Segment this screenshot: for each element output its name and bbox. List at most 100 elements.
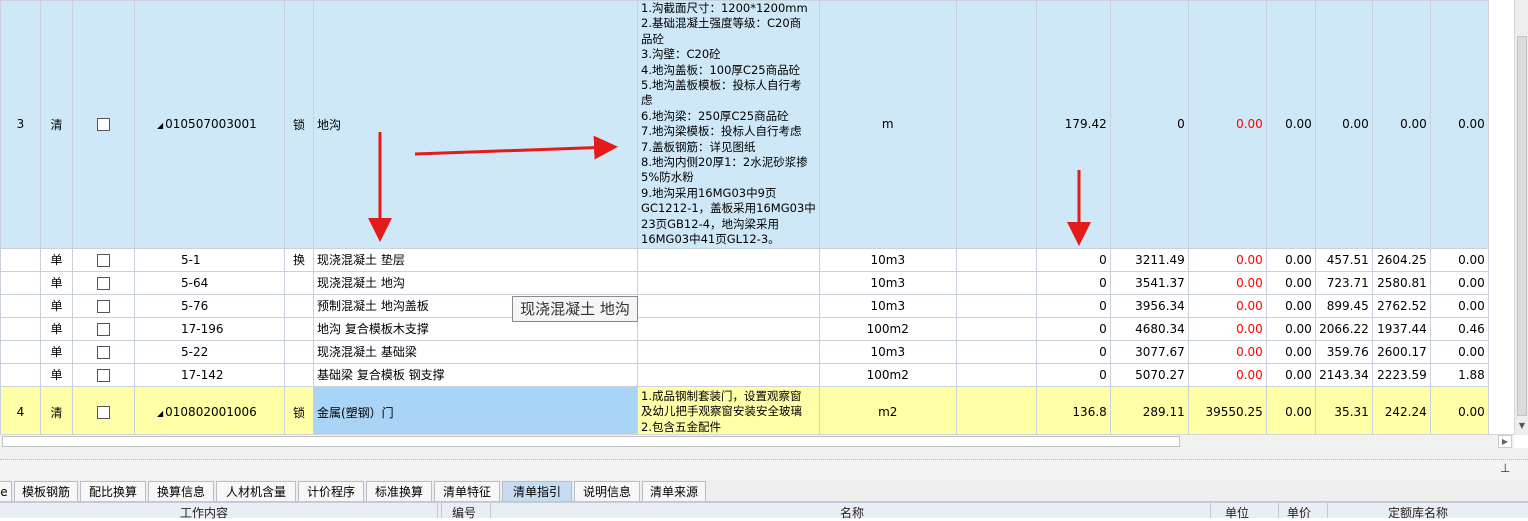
quantity-cell[interactable]: 0 [1035,247,1111,272]
scroll-down-arrow-icon[interactable]: ▼ [1517,420,1527,432]
bill-item-row[interactable]: 3 清 ◢ 010507003001 锁地沟 1.沟截面尺寸：1200*1200mm 2.基… [0,0,1489,249]
quota-row[interactable]: 单 17-196 地沟 复合模板木支撑 100m2 0 4680.34 0.00 0.00 20… [0,316,1489,341]
feature-cell[interactable] [637,270,820,295]
row-checkbox[interactable] [97,345,110,359]
total-cell: 0.00 [1187,362,1267,387]
name-cell[interactable]: 现浇混凝土 基础梁 [313,339,638,364]
collapse-triangle-icon[interactable]: ◢ [157,409,163,418]
tab-5[interactable]: 计价程序 [298,481,364,501]
seq-cell [0,247,41,272]
feature-cell[interactable]: 1.成品钢制套装门，设置观察窗 及幼儿把手观察窗安装安全玻璃 2.包含五金配件 [637,385,820,435]
scroll-right-arrow-icon[interactable]: ▶ [1498,435,1512,448]
checkbox-cell[interactable] [72,270,135,295]
panel-splitter[interactable] [0,448,1528,460]
tab-8[interactable]: 清单指引 [502,481,572,501]
quantity-cell[interactable]: 0 [1035,270,1111,295]
lock-cell [284,270,314,295]
checkbox-cell[interactable] [72,385,135,435]
unit-price-cell: 3956.34 [1109,293,1189,318]
quantity-cell[interactable]: 0 [1035,339,1111,364]
feature-cell[interactable] [637,339,820,364]
checkbox-cell[interactable] [72,247,135,272]
cell-tooltip: 现浇混凝土 地沟 [512,296,638,322]
row-checkbox[interactable] [97,118,110,132]
value-cell-2: 2143.34 [1314,362,1373,387]
quantity-cell[interactable]: 0 [1035,316,1111,341]
unit-cell: 10m3 [818,339,957,364]
value-cell-1: 0.00 [1265,293,1316,318]
checkbox-cell[interactable] [72,316,135,341]
row-checkbox[interactable] [97,322,110,336]
checkbox-cell[interactable] [72,0,135,249]
name-cell[interactable]: 金属(塑钢）门 [313,385,638,435]
tab-9[interactable]: 说明信息 [574,481,640,501]
vertical-scroll-thumb[interactable] [1517,36,1527,416]
quantity-cell[interactable]: 0 [1035,293,1111,318]
code-cell[interactable]: 5-1 [134,247,285,272]
name-cell[interactable]: 地沟 [313,0,638,249]
value-cell-3: 2600.17 [1371,339,1431,364]
feature-cell[interactable] [637,293,820,318]
quota-row[interactable]: 单 5-22 现浇混凝土 基础梁 10m3 0 3077.67 0.00 0.00 359.76… [0,339,1489,364]
name-cell[interactable]: 现浇混凝土 垫层 [313,247,638,272]
quota-row[interactable]: 单 17-142 基础梁 复合模板 钢支撑 100m2 0 5070.27 0.00 0.00… [0,362,1489,387]
code-cell[interactable]: ◢ 010507003001 [134,0,285,249]
feature-line: 品砼 [641,31,664,46]
row-checkbox[interactable] [97,299,110,313]
tab-1[interactable]: 模板钢筋 [14,481,78,501]
row-checkbox[interactable] [97,406,110,419]
lock-cell: 锁 [284,385,314,435]
value-cell-3: 242.24 [1371,385,1431,435]
row-checkbox[interactable] [97,368,110,382]
tab-0[interactable]: e [0,481,12,501]
code-cell[interactable]: 5-76 [134,293,285,318]
tab-6[interactable]: 标准换算 [366,481,432,501]
quantity-cell[interactable]: 0 [1035,362,1111,387]
code-cell[interactable]: 5-22 [134,339,285,364]
quantity-cell[interactable]: 136.8 [1035,385,1111,435]
name-cell[interactable]: 现浇混凝土 地沟 [313,270,638,295]
seq-cell [0,316,41,341]
code-cell[interactable]: 17-142 [134,362,285,387]
tab-7[interactable]: 清单特征 [434,481,500,501]
code-cell[interactable]: ◢ 010802001006 [134,385,285,435]
bill-item-row[interactable]: 4 清 ◢ 010802001006 锁金属(塑钢）门 1.成品钢制套装门，设置观察窗 及幼… [0,385,1489,435]
value-cell-2: 35.31 [1314,385,1373,435]
quota-row[interactable]: 单 5-76 预制混凝土 地沟盖板 10m3 0 3956.34 0.00 0.00 899.4… [0,293,1489,318]
quota-row[interactable]: 单 5-1 换现浇混凝土 垫层 10m3 0 3211.49 0.00 0.00 457.51 2… [0,247,1489,272]
tab-4[interactable]: 人材机含量 [216,481,296,501]
checkbox-cell[interactable] [72,362,135,387]
feature-cell[interactable] [637,316,820,341]
value-cell-2: 723.71 [1314,270,1373,295]
value-cell-2: 457.51 [1314,247,1373,272]
vertical-scrollbar[interactable]: ▼ [1514,0,1528,435]
tab-2[interactable]: 配比换算 [80,481,146,501]
feature-cell[interactable] [637,362,820,387]
collapse-triangle-icon[interactable]: ◢ [157,121,163,130]
tab-3[interactable]: 换算信息 [148,481,214,501]
code-cell[interactable]: 17-196 [134,316,285,341]
value-cell-1: 0.00 [1265,0,1316,249]
checkbox-cell[interactable] [72,293,135,318]
horizontal-scrollbar[interactable]: ▶ [0,434,1514,448]
value-cell-1: 0.00 [1265,339,1316,364]
feature-line: 7.地沟梁模板：投标人自行考虑 [641,124,802,139]
pin-icon[interactable]: ⊥ [1500,461,1510,475]
checkbox-cell[interactable] [72,339,135,364]
row-checkbox[interactable] [97,276,110,290]
code-cell[interactable]: 5-64 [134,270,285,295]
feature-line: 7.盖板钢筋：详见图纸 [641,139,756,154]
horizontal-scroll-thumb[interactable] [2,436,1180,447]
value-cell-4: 0.00 [1429,293,1489,318]
name-cell[interactable]: 基础梁 复合模板 钢支撑 [313,362,638,387]
row-checkbox[interactable] [97,253,110,267]
total-cell: 0.00 [1187,339,1267,364]
value-cell-3: 2604.25 [1371,247,1431,272]
feature-cell[interactable]: 1.沟截面尺寸：1200*1200mm 2.基础混凝土强度等级：C20商 品砼 3.沟… [637,0,820,249]
feature-cell[interactable] [637,247,820,272]
quantity-cell[interactable]: 179.42 [1035,0,1111,249]
bill-grid[interactable]: 3 清 ◢ 010507003001 锁地沟 1.沟截面尺寸：1200*1200mm 2.基… [0,0,1528,435]
value-cell-3: 2223.59 [1371,362,1431,387]
tab-10[interactable]: 清单来源 [642,481,706,501]
quota-row[interactable]: 单 5-64 现浇混凝土 地沟 10m3 0 3541.37 0.00 0.00 723.71 2… [0,270,1489,295]
